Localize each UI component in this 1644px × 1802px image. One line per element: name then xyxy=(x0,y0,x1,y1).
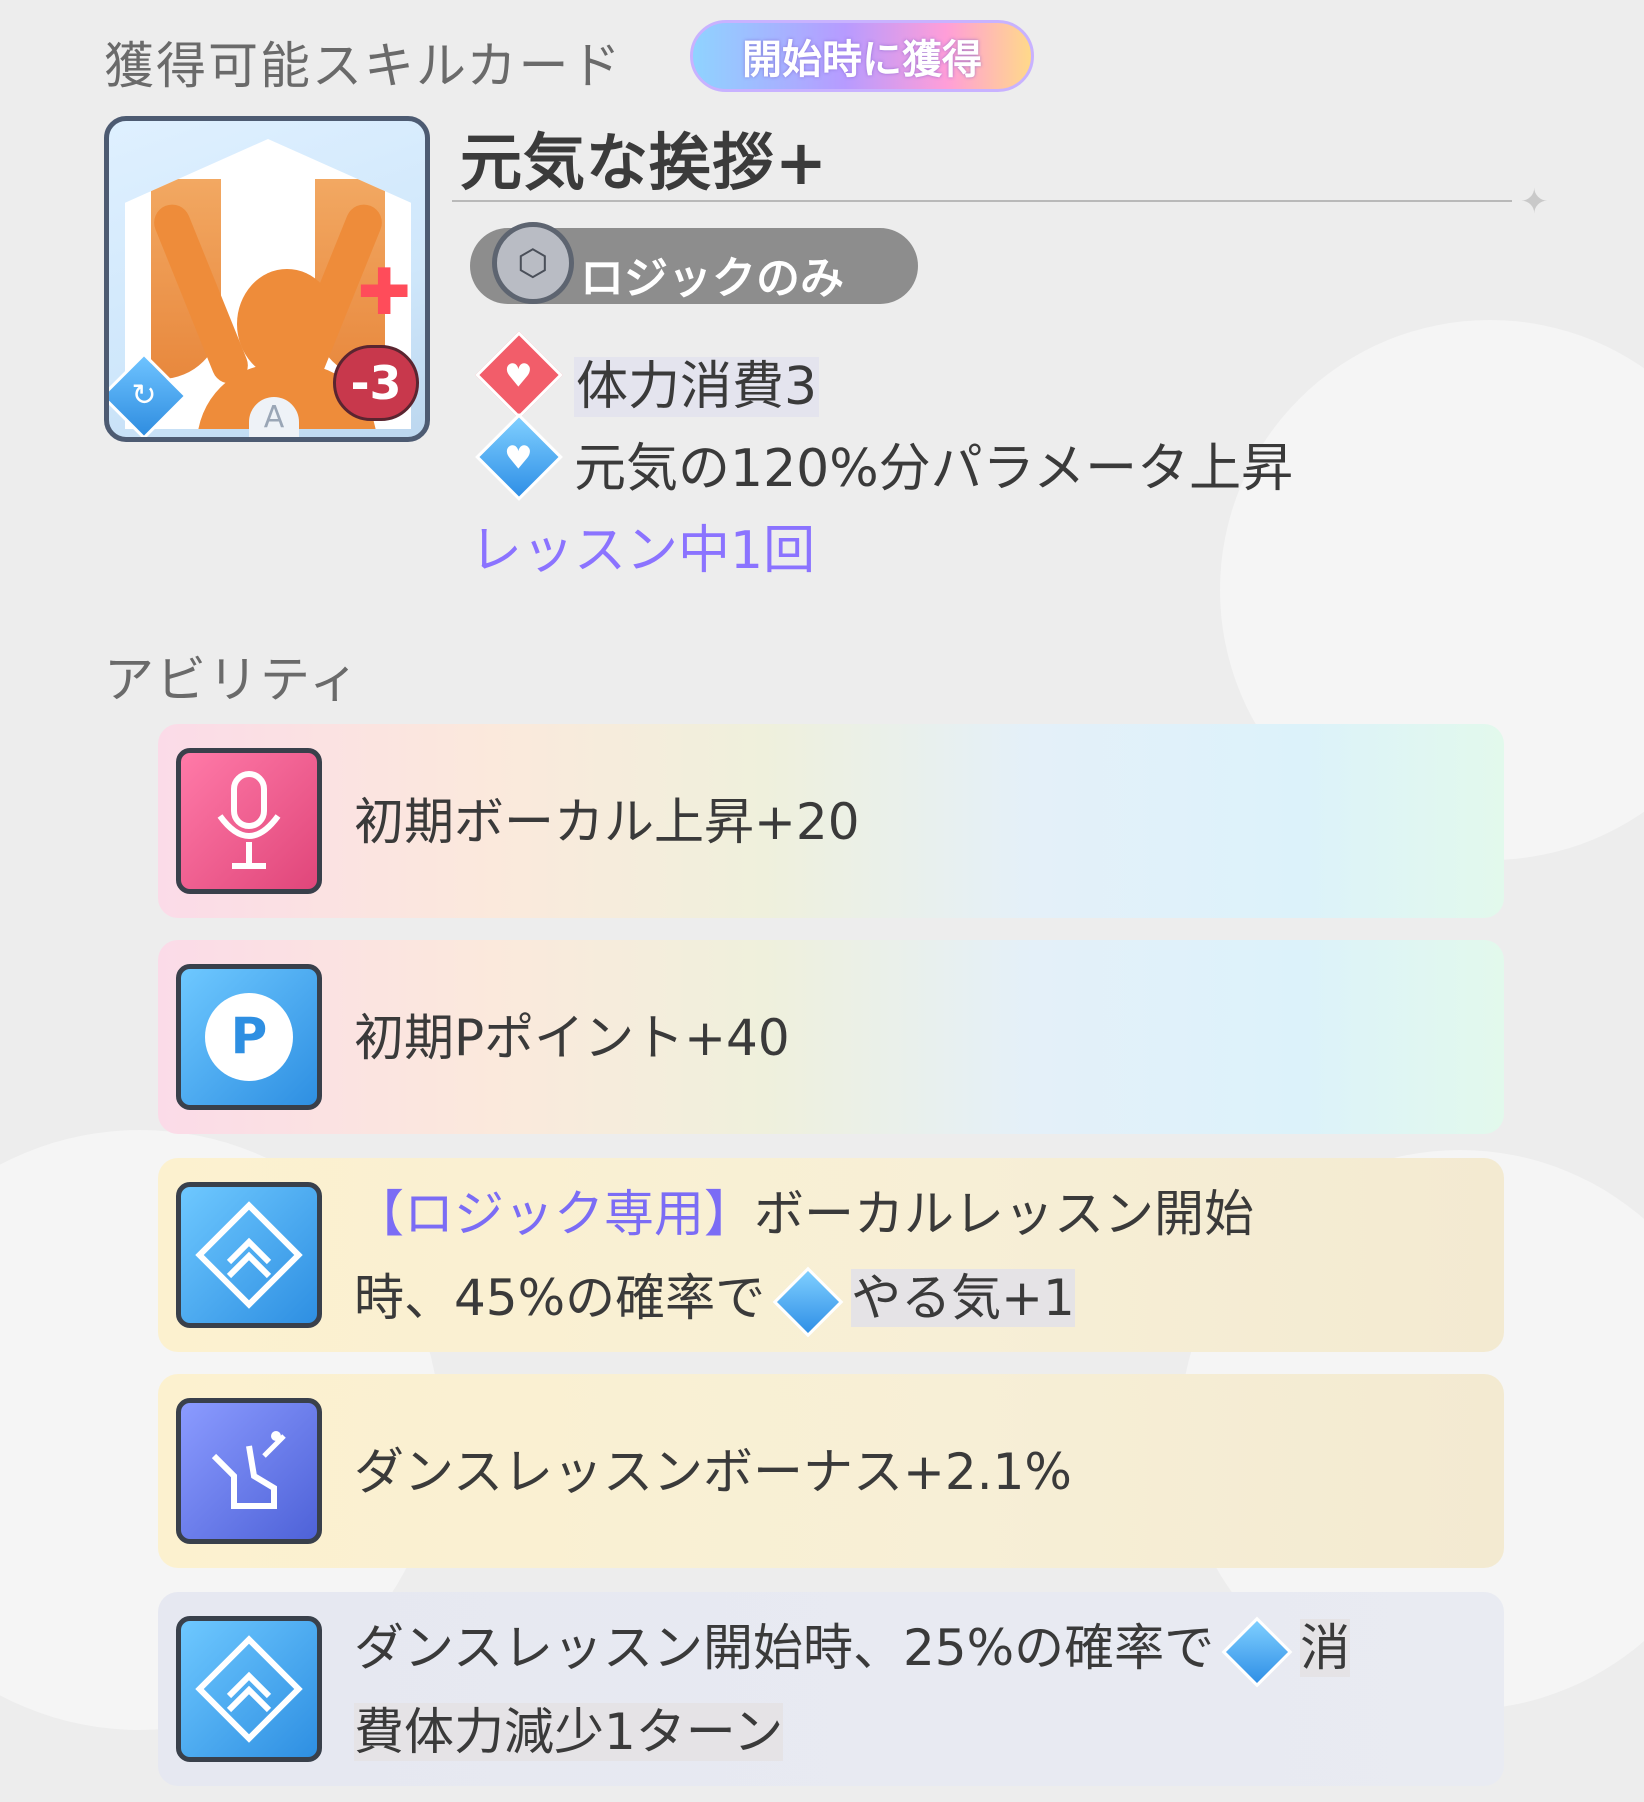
sparkle-icon: ✦ xyxy=(1520,182,1549,222)
acquirable-skill-title: 獲得可能スキルカード xyxy=(104,37,623,95)
effect-stamina-text: 体力消費3 xyxy=(574,357,820,417)
ability-row: ダンスレッスン開始時、25%の確率で 消 費体力減少1ターン xyxy=(158,1592,1504,1786)
ability-text: ダンスレッスンボーナス+2.1% xyxy=(354,1443,1072,1501)
ability-text-part: ダンスレッスン開始時、25%の確率で xyxy=(354,1619,1215,1677)
effect-parameter-up: 元気の120%分パラメータ上昇 xyxy=(574,426,1293,501)
chevron-up-diamond-icon xyxy=(176,1616,322,1762)
cost-heart-badge: -3 xyxy=(333,345,419,421)
chevron-up-diamond-icon xyxy=(176,1182,322,1328)
ability-text: 【ロジック専用】ボーカルレッスン開始 時、45%の確率で やる気+1 xyxy=(354,1172,1254,1340)
ability-text: 初期Pポイント+40 xyxy=(354,1009,790,1067)
logic-plan-icon: ⬡ xyxy=(492,222,574,304)
name-divider xyxy=(452,200,1512,202)
skill-card-name: 元気な挨拶+ xyxy=(460,126,828,199)
motivation-fist-icon xyxy=(772,1266,844,1337)
genki-diamond-icon: ♥ xyxy=(475,413,563,501)
skill-card-image[interactable]: ✚ ↻ -3 A xyxy=(104,116,430,442)
ability-text-part: 時、45%の確率で xyxy=(354,1269,766,1327)
microphone-icon xyxy=(176,748,322,894)
logic-only-tag: 【ロジック専用】 xyxy=(354,1185,754,1243)
plan-tag-label: ロジックのみ xyxy=(580,253,844,304)
ability-row: 初期ボーカル上昇+20 xyxy=(158,724,1504,918)
skill-card-detail: 獲得可能スキルカード 開始時に獲得 ✚ ↻ -3 A 元気な挨拶+ ✦ ⬡ ロジ… xyxy=(0,0,1644,1802)
usage-limit: レッスン中1回 xyxy=(470,521,816,581)
ability-section-title: アビリティ xyxy=(104,651,361,709)
ability-text-part: 費体力減少1ターン xyxy=(354,1703,784,1761)
heart-diamond-icon: ♥ xyxy=(475,331,563,419)
effect-stamina-cost: 体力消費3 xyxy=(574,344,820,419)
effect-parameter-text: 元気の120%分パラメータ上昇 xyxy=(574,439,1294,499)
ability-text-part: 消 xyxy=(1300,1619,1351,1677)
stamina-reduce-icon xyxy=(1221,1616,1293,1687)
dance-shoe-icon xyxy=(176,1398,322,1544)
ability-text-part: ボーカルレッスン開始 xyxy=(754,1185,1254,1243)
ability-text-part: やる気+1 xyxy=(851,1269,1075,1327)
ability-row: ダンスレッスンボーナス+2.1% xyxy=(158,1374,1504,1568)
ability-text: 初期ボーカル上昇+20 xyxy=(354,793,860,851)
p-point-icon: P xyxy=(176,964,322,1110)
start-acquire-badge: 開始時に獲得 xyxy=(690,20,1034,92)
figure-head-icon xyxy=(237,269,337,379)
ability-row: 【ロジック専用】ボーカルレッスン開始 時、45%の確率で やる気+1 xyxy=(158,1158,1504,1352)
svg-text:P: P xyxy=(231,1007,268,1065)
ability-text: ダンスレッスン開始時、25%の確率で 消 費体力減少1ターン xyxy=(354,1606,1351,1774)
upgrade-plus-icon: ✚ xyxy=(357,256,411,330)
ability-row: P 初期Pポイント+40 xyxy=(158,940,1504,1134)
